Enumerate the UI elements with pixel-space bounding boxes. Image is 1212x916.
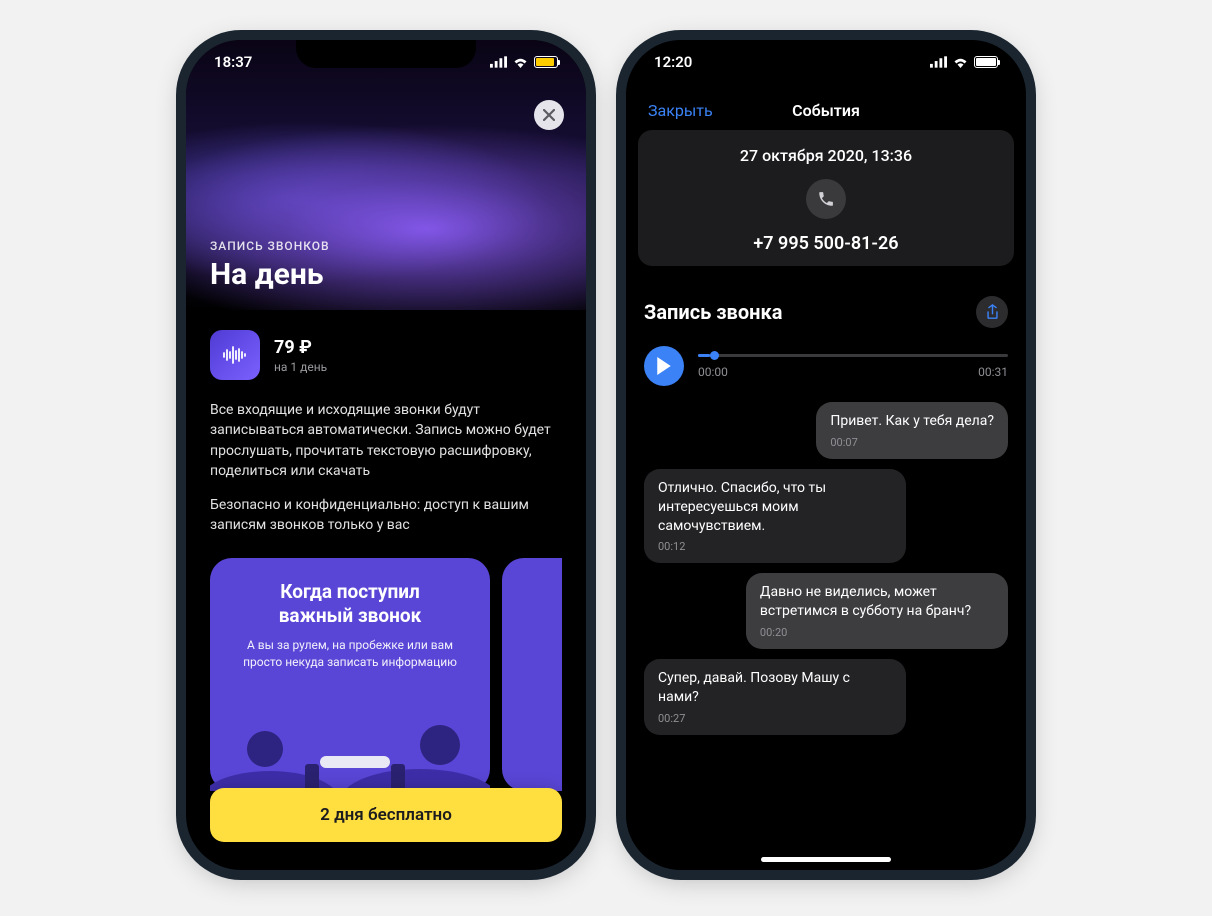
nav-close-button[interactable]: Закрыть	[648, 101, 713, 120]
card1-title-line2: важный звонок	[279, 604, 422, 627]
call-info-card: 27 октября 2020, 13:36 +7 995 500-81-26	[638, 130, 1014, 266]
notch	[736, 40, 916, 68]
status-time: 18:37	[214, 53, 252, 71]
feature-card-1[interactable]: Когда поступил важный звонок А вы за рул…	[210, 558, 490, 791]
play-icon	[656, 357, 672, 375]
bubble-text: Супер, давай. Позову Машу с нами?	[658, 669, 892, 707]
transcript-bubble: Привет. Как у тебя дела? 00:07	[816, 402, 1008, 459]
feature-card-2[interactable]: Нуж дет Адрес встреч	[502, 558, 562, 791]
progress-track[interactable]	[698, 354, 1008, 357]
hero-eyebrow: ЗАПИСЬ ЗВОНКОВ	[210, 239, 330, 253]
play-button[interactable]	[644, 346, 684, 386]
cellular-icon	[930, 56, 947, 68]
phone-right: 12:20 Закрыть События 27 октября 2020, 1…	[626, 40, 1026, 870]
phone-icon	[817, 190, 835, 208]
close-icon	[543, 109, 555, 121]
home-indicator[interactable]	[761, 857, 891, 862]
cellular-icon	[490, 56, 507, 68]
phone-left: 18:37 ЗАПИСЬ ЗВОНКОВ На день	[186, 40, 586, 870]
description-paragraph-2: Безопасно и конфиденциально: доступ к ва…	[210, 495, 562, 536]
price: 79 ₽	[274, 337, 327, 358]
nav-title: События	[792, 101, 860, 120]
share-icon	[985, 304, 1000, 320]
time-total: 00:31	[978, 365, 1008, 379]
description-paragraph-1: Все входящие и исходящие звонки будут за…	[210, 400, 562, 481]
wifi-icon	[952, 56, 969, 68]
notch	[296, 40, 476, 68]
battery-icon	[974, 56, 998, 68]
share-button[interactable]	[976, 296, 1008, 328]
bubble-text: Давно не виделись, может встретимся в су…	[760, 583, 994, 621]
waveform-icon	[222, 345, 248, 365]
app-icon	[210, 330, 260, 380]
call-number: +7 995 500-81-26	[638, 233, 1014, 254]
bubble-text: Привет. Как у тебя дела?	[830, 412, 994, 431]
card1-illustration	[210, 701, 490, 791]
wifi-icon	[512, 56, 529, 68]
cta-button[interactable]: 2 дня бесплатно	[210, 788, 562, 842]
bubble-timestamp: 00:12	[658, 540, 892, 555]
bubble-text: Отлично. Спасибо, что ты интересуешься м…	[658, 479, 892, 536]
audio-player: 00:00 00:31	[644, 342, 1008, 396]
cta-label: 2 дня бесплатно	[320, 805, 452, 825]
card1-subtitle: А вы за рулем, на пробежке или вам прост…	[232, 637, 468, 671]
bubble-timestamp: 00:07	[830, 436, 994, 451]
feature-cards[interactable]: Когда поступил важный звонок А вы за рул…	[210, 558, 562, 791]
status-time: 12:20	[654, 53, 692, 71]
battery-icon	[534, 56, 558, 68]
card1-title-line1: Когда поступил	[280, 580, 420, 603]
transcript-bubble: Давно не виделись, может встретимся в су…	[746, 573, 1008, 649]
price-sublabel: на 1 день	[274, 360, 327, 374]
call-icon-circle	[806, 179, 846, 219]
bubble-timestamp: 00:27	[658, 712, 892, 727]
close-button[interactable]	[534, 100, 564, 130]
hero-title: На день	[210, 257, 330, 292]
time-elapsed: 00:00	[698, 365, 728, 379]
transcript: Привет. Как у тебя дела? 00:07 Отлично. Сп…	[626, 396, 1026, 735]
recording-title: Запись звонка	[644, 300, 782, 324]
transcript-bubble: Супер, давай. Позову Машу с нами? 00:27	[644, 659, 906, 735]
call-date: 27 октября 2020, 13:36	[638, 146, 1014, 165]
bubble-timestamp: 00:20	[760, 626, 994, 641]
price-row: 79 ₽ на 1 день	[210, 330, 562, 380]
transcript-bubble: Отлично. Спасибо, что ты интересуешься м…	[644, 469, 906, 564]
card2-subtitle: Адрес встреч	[524, 637, 562, 654]
